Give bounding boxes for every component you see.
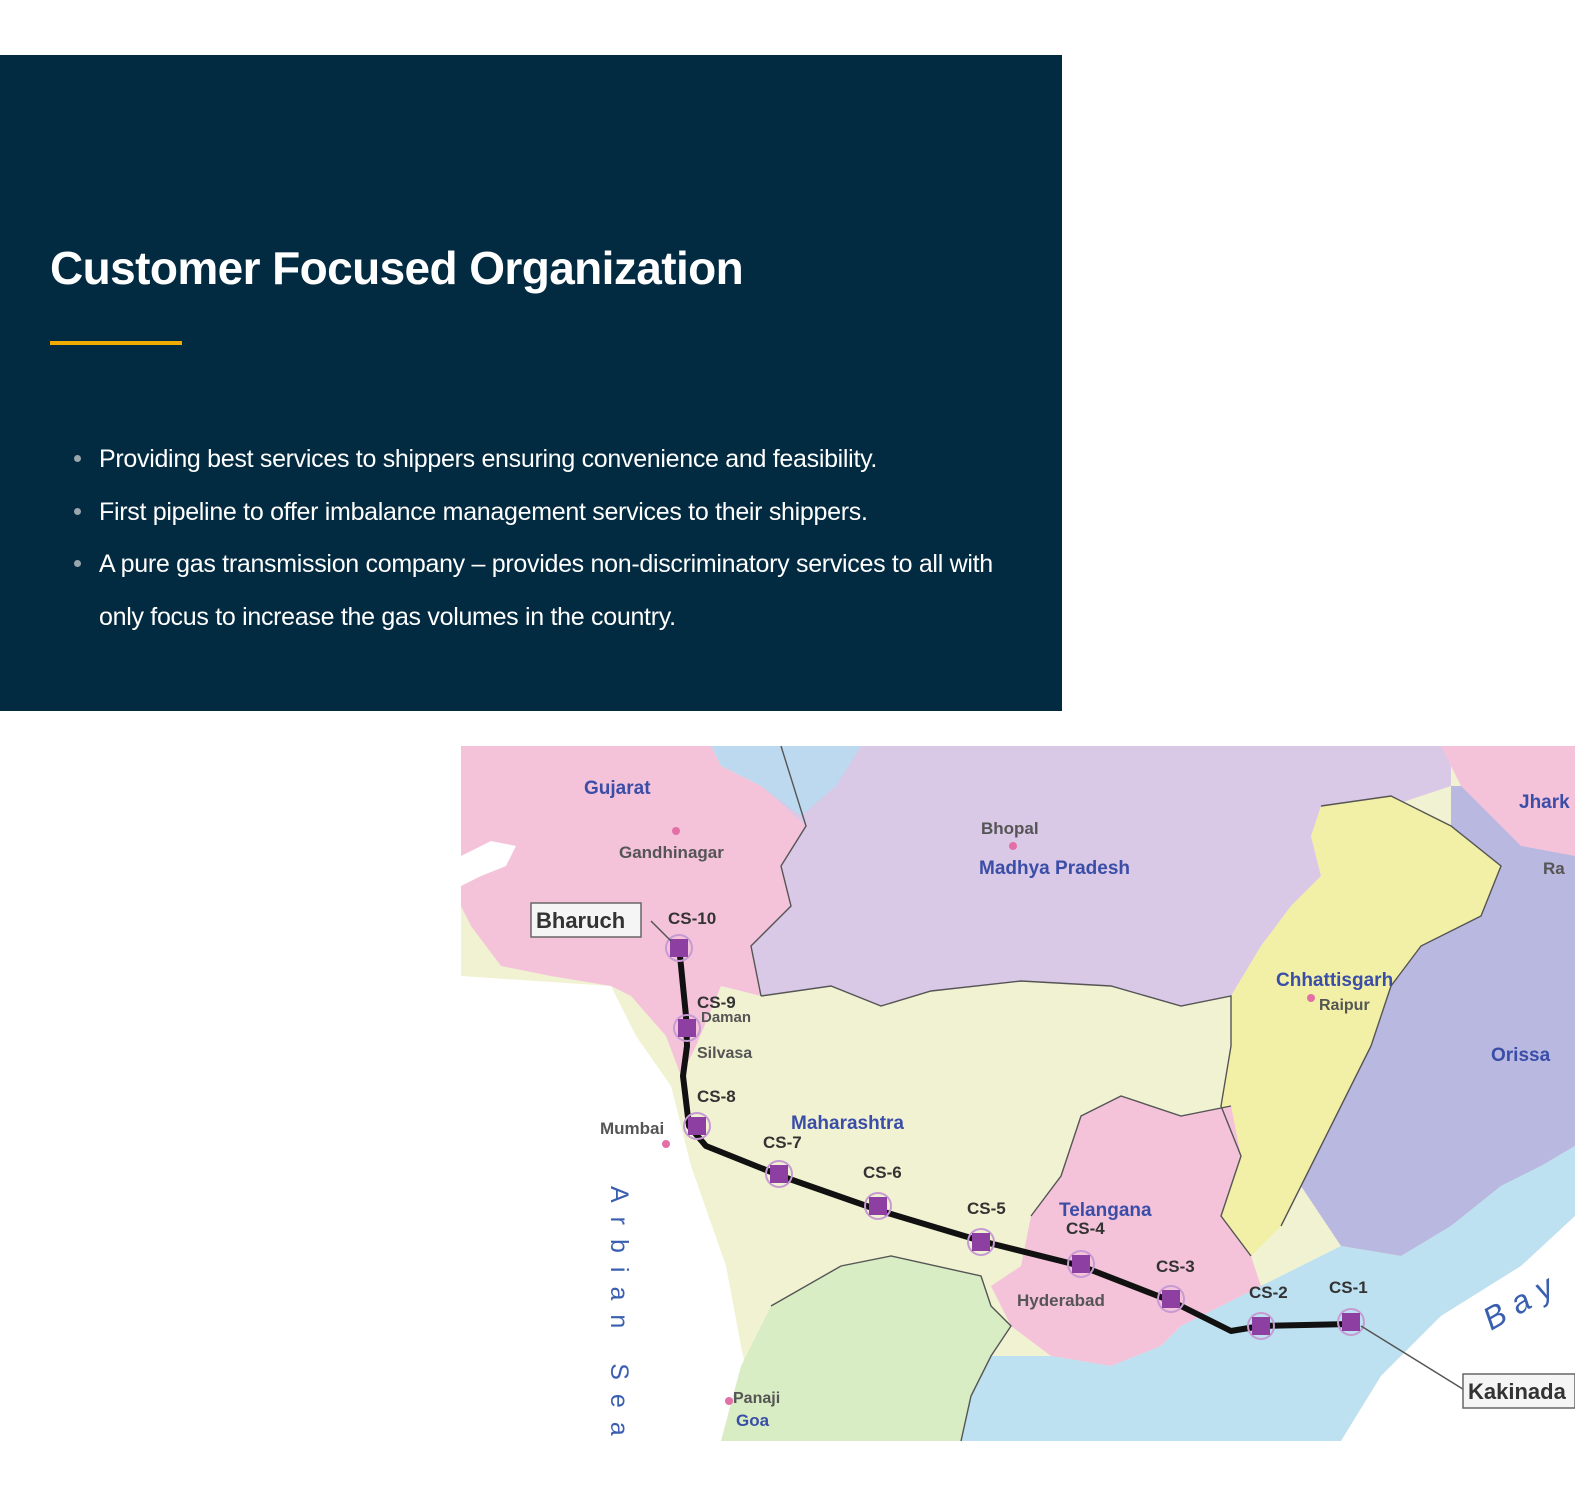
label-silvasa: Silvasa — [697, 1045, 752, 1062]
label-ranchi: Ra — [1543, 859, 1565, 878]
city-dot-mumbai — [662, 1140, 670, 1148]
bullet-item: First pipeline to offer imbalance manage… — [70, 486, 1010, 539]
label-orissa: Orissa — [1491, 1045, 1551, 1066]
city-dot-raipur — [1307, 994, 1315, 1002]
label-station: CS-10 — [668, 909, 716, 928]
station-cs-10-marker — [670, 939, 688, 957]
title-underline — [50, 341, 182, 345]
city-dot-panaji — [725, 1397, 733, 1405]
station-cs-2-marker — [1252, 1317, 1270, 1335]
label-station: CS-7 — [763, 1133, 802, 1152]
station-cs-1-marker — [1342, 1313, 1360, 1331]
label-station: CS-5 — [967, 1199, 1006, 1218]
label-station: CS-3 — [1156, 1257, 1195, 1276]
label-mumbai: Mumbai — [600, 1119, 664, 1138]
station-cs-3-marker — [1162, 1290, 1180, 1308]
bullet-item: A pure gas transmission company – provid… — [70, 538, 1010, 643]
label-hyderabad: Hyderabad — [1017, 1291, 1105, 1310]
label-panaji: Panaji — [733, 1390, 780, 1407]
station-cs-8-marker — [688, 1117, 706, 1135]
label-station: CS-1 — [1329, 1278, 1368, 1297]
label-bhopal: Bhopal — [981, 819, 1039, 838]
label-gujarat: Gujarat — [584, 778, 651, 799]
label-goa: Goa — [736, 1411, 770, 1430]
label-station: CS-2 — [1249, 1283, 1288, 1302]
label-raipur: Raipur — [1319, 997, 1370, 1014]
station-cs-7-marker — [770, 1165, 788, 1183]
station-cs-9-marker — [678, 1019, 696, 1037]
label-bharuch: Bharuch — [536, 908, 625, 933]
panel-title: Customer Focused Organization — [50, 242, 744, 294]
label-station: CS-4 — [1066, 1219, 1105, 1238]
bullet-list: Providing best services to shippers ensu… — [70, 433, 1010, 643]
city-dot-gandhinagar — [672, 827, 680, 835]
station-cs-5-marker — [972, 1233, 990, 1251]
bullet-item: Providing best services to shippers ensu… — [70, 433, 1010, 486]
label-maharashtra: Maharashtra — [791, 1113, 904, 1134]
pipeline-map: Bharuch Kakinada Gujarat Madhya Pradesh … — [461, 746, 1575, 1441]
info-panel: Customer Focused Organization Providing … — [0, 55, 1062, 711]
station-cs-4-marker — [1072, 1255, 1090, 1273]
label-gandhinagar: Gandhinagar — [619, 843, 724, 862]
label-madhya-pradesh: Madhya Pradesh — [979, 858, 1130, 879]
label-kakinada: Kakinada — [1468, 1379, 1567, 1404]
label-station: CS-8 — [697, 1087, 736, 1106]
label-arabian-sea: Arbian Sea — [605, 1186, 633, 1441]
label-telangana: Telangana — [1059, 1200, 1152, 1221]
city-dot-bhopal — [1009, 842, 1017, 850]
pipeline-map-svg: Bharuch Kakinada Gujarat Madhya Pradesh … — [461, 746, 1575, 1441]
label-chhattisgarh: Chhattisgarh — [1276, 970, 1393, 991]
label-station: CS-9 — [697, 993, 736, 1012]
station-cs-6-marker — [869, 1197, 887, 1215]
label-station: CS-6 — [863, 1163, 902, 1182]
label-jharkhand: Jhark — [1519, 792, 1570, 813]
